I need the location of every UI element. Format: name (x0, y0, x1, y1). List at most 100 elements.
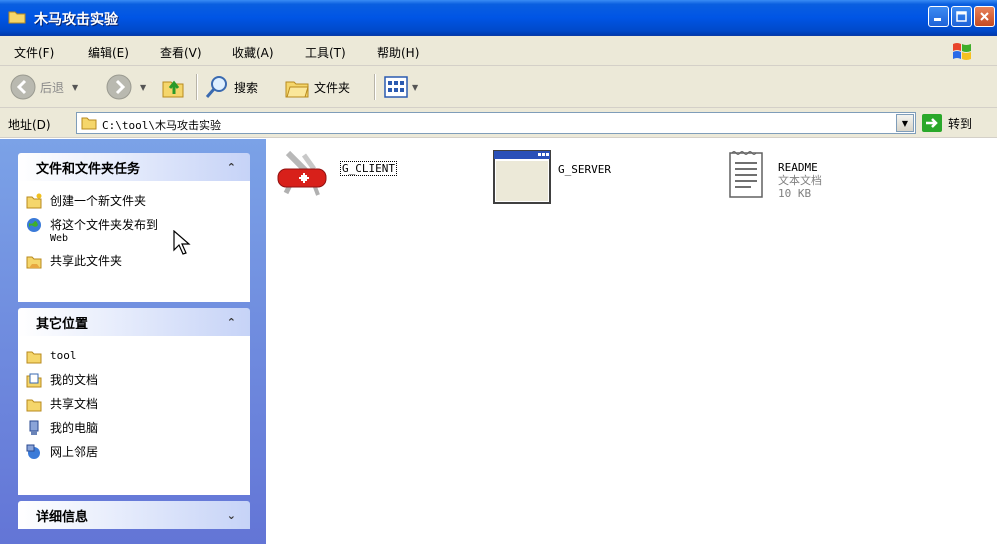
file-tasks-panel: 文件和文件夹任务 ⌃ 创建一个新文件夹 将这个文件夹发布到 Web 共享此文件夹 (18, 153, 250, 302)
views-icon (384, 76, 408, 98)
search-label: 搜索 (234, 80, 259, 95)
other-places-body: tool 我的文档 共享文档 我的电脑 网上邻居 (18, 336, 250, 495)
other-places-header[interactable]: 其它位置 ⌃ (18, 308, 250, 336)
menu-edit[interactable]: 编辑(E) (88, 44, 129, 61)
file-tasks-body: 创建一个新文件夹 将这个文件夹发布到 Web 共享此文件夹 (18, 181, 250, 302)
file-tasks-header[interactable]: 文件和文件夹任务 ⌃ (18, 153, 250, 181)
go-button[interactable]: 转到 (922, 114, 972, 132)
windows-logo-icon (953, 43, 971, 60)
forward-dropdown-icon[interactable]: ▼ (140, 83, 146, 92)
task-new-folder[interactable]: 创建一个新文件夹 (26, 191, 242, 215)
forward-arrow-icon (106, 74, 132, 100)
folder-up-icon (162, 80, 184, 98)
share-folder-icon (26, 256, 42, 269)
cursor-icon (173, 230, 191, 255)
text-document-icon (729, 151, 763, 198)
window-controls (928, 6, 995, 27)
minimize-button[interactable] (928, 6, 949, 27)
close-button[interactable] (974, 6, 995, 27)
other-places-title: 其它位置 (36, 316, 89, 332)
forward-button[interactable]: ▼ (106, 73, 146, 101)
title-bar: 木马攻击实验 (0, 0, 997, 36)
task-new-folder-label: 创建一个新文件夹 (50, 194, 147, 208)
place-tool[interactable]: tool (26, 346, 242, 370)
task-publish-web-line2: Web (50, 233, 69, 244)
collapse-chevron-icon[interactable]: ⌃ (227, 316, 236, 329)
toolbar-separator (196, 74, 197, 100)
place-tool-label: tool (50, 349, 77, 362)
place-my-documents[interactable]: 我的文档 (26, 370, 242, 394)
file-name: G_SERVER (558, 163, 611, 176)
task-share-folder-label: 共享此文件夹 (50, 254, 123, 268)
folder-icon (26, 351, 42, 364)
toolbar: 后退 ▼ ▼ 搜索 文件夹 ▼ (0, 66, 997, 108)
task-publish-web[interactable]: 将这个文件夹发布到 Web (26, 215, 242, 251)
file-type: 文本文档 (778, 174, 822, 187)
file-tasks-title: 文件和文件夹任务 (36, 161, 141, 177)
folder-icon (8, 11, 26, 24)
address-input[interactable]: C:\tool\木马攻击实验 ▼ (76, 112, 916, 134)
publish-web-icon (27, 218, 41, 232)
address-dropdown-icon[interactable]: ▼ (896, 114, 914, 132)
other-places-panel: 其它位置 ⌃ tool 我的文档 共享文档 我的电脑 网上邻居 (18, 308, 250, 495)
my-computer-icon (29, 420, 39, 435)
details-header[interactable]: 详细信息 ⌄ (18, 501, 250, 529)
folder-icon (81, 117, 97, 130)
go-label: 转到 (948, 116, 973, 131)
go-arrow-icon (922, 114, 942, 132)
my-documents-icon (26, 373, 42, 388)
file-item-g-client[interactable]: G_CLIENT (274, 147, 397, 203)
back-dropdown-icon[interactable]: ▼ (72, 83, 78, 92)
swiss-knife-icon (277, 150, 327, 196)
file-size: 10 KB (778, 187, 812, 200)
menu-view[interactable]: 查看(V) (160, 44, 202, 61)
place-network-label: 网上邻居 (50, 445, 99, 459)
file-list: G_CLIENT G_SERVER README 文本文档 10 KB (266, 139, 997, 544)
place-shared-documents[interactable]: 共享文档 (26, 394, 242, 418)
details-panel: 详细信息 ⌄ (18, 501, 250, 529)
place-network[interactable]: 网上邻居 (26, 442, 242, 466)
folders-label: 文件夹 (314, 80, 351, 95)
menu-bar: 文件(F) 编辑(E) 查看(V) 收藏(A) 工具(T) 帮助(H) (0, 36, 997, 66)
back-arrow-icon (10, 74, 36, 100)
menu-help[interactable]: 帮助(H) (377, 44, 419, 61)
task-share-folder[interactable]: 共享此文件夹 (26, 251, 242, 275)
views-dropdown-icon[interactable]: ▼ (412, 83, 418, 92)
menu-favorites[interactable]: 收藏(A) (232, 44, 274, 61)
back-label: 后退 (40, 80, 65, 95)
expand-chevron-icon[interactable]: ⌄ (227, 509, 236, 522)
search-button[interactable]: 搜索 (204, 73, 258, 101)
place-shared-documents-label: 共享文档 (50, 397, 99, 411)
new-folder-icon (26, 193, 42, 209)
back-button[interactable]: 后退 ▼ (10, 73, 78, 101)
details-title: 详细信息 (36, 509, 89, 525)
folders-icon (285, 81, 309, 98)
window-title: 木马攻击实验 (34, 12, 118, 28)
toolbar-separator (374, 74, 375, 100)
search-icon (205, 76, 227, 98)
place-my-documents-label: 我的文档 (50, 373, 99, 387)
network-icon (26, 444, 40, 459)
file-meta: README 文本文档 10 KB (778, 161, 822, 200)
maximize-button[interactable] (951, 6, 972, 27)
menu-tools[interactable]: 工具(T) (305, 44, 346, 61)
up-button[interactable] (160, 73, 186, 101)
file-item-readme[interactable]: README 文本文档 10 KB (726, 149, 822, 205)
task-publish-web-label: 将这个文件夹发布到 Web (50, 215, 158, 246)
address-value: C:\tool\木马攻击实验 (102, 119, 221, 132)
shared-folder-icon (26, 399, 42, 412)
application-window-icon (493, 150, 551, 204)
place-my-computer-label: 我的电脑 (50, 421, 99, 435)
place-my-computer[interactable]: 我的电脑 (26, 418, 242, 442)
address-label: 地址(D) (8, 118, 51, 132)
task-publish-web-line1: 将这个文件夹发布到 (50, 218, 159, 232)
task-pane: 文件和文件夹任务 ⌃ 创建一个新文件夹 将这个文件夹发布到 Web 共享此文件夹… (0, 139, 266, 544)
views-button[interactable]: ▼ (384, 73, 418, 101)
address-bar: 地址(D) C:\tool\木马攻击实验 ▼ 转到 (0, 108, 997, 138)
menu-file[interactable]: 文件(F) (14, 44, 54, 61)
file-item-g-server[interactable]: G_SERVER (492, 149, 611, 205)
folders-button[interactable]: 文件夹 (284, 73, 350, 101)
file-name: G_CLIENT (340, 161, 397, 176)
file-name: README (778, 161, 818, 174)
collapse-chevron-icon[interactable]: ⌃ (227, 161, 236, 174)
